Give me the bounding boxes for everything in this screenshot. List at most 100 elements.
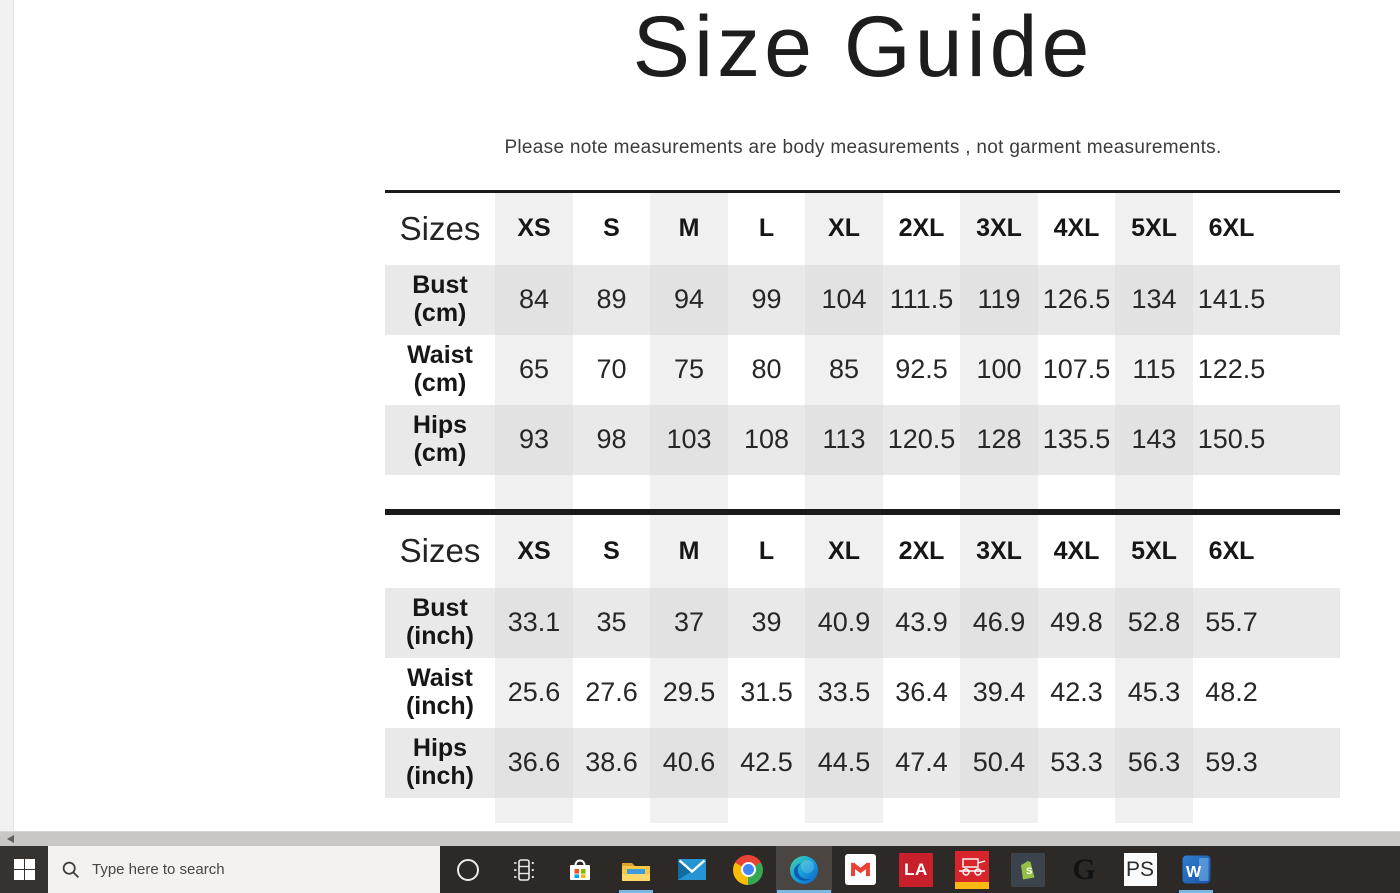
taskbar-item-g-app[interactable]: G: [1056, 846, 1112, 893]
spacer-cell: [1038, 798, 1115, 823]
trailing-cell: [1270, 658, 1340, 728]
measurement-value: 38.6: [573, 728, 650, 798]
measurement-value: 89: [573, 265, 650, 335]
measurement-value: 50.4: [960, 728, 1038, 798]
size-col-header: XS: [495, 515, 573, 588]
taskbar-item-wells-fargo[interactable]: [944, 846, 1000, 893]
measurement-value: 122.5: [1193, 335, 1270, 405]
measurement-value: 128: [960, 405, 1038, 475]
taskbar-item-file-explorer[interactable]: [608, 846, 664, 893]
trailing-cell: [1270, 728, 1340, 798]
taskbar-item-mail[interactable]: [664, 846, 720, 893]
spacer-cell: [495, 798, 573, 823]
trailing-cell: [1270, 405, 1340, 475]
size-col-header: S: [573, 515, 650, 588]
taskbar-item-chrome[interactable]: [720, 846, 776, 893]
measurement-row-label: Bust(inch): [385, 588, 495, 658]
measurement-value: 27.6: [573, 658, 650, 728]
measurement-value: 113: [805, 405, 883, 475]
measurement-value: 65: [495, 335, 573, 405]
stagecoach-icon: [955, 851, 989, 889]
taskbar-item-shopify[interactable]: S: [1000, 846, 1056, 893]
measurement-value: 75: [650, 335, 728, 405]
spacer-cell: [960, 798, 1038, 823]
size-col-header: XL: [805, 192, 883, 265]
taskbar-item-microsoft-store[interactable]: [552, 846, 608, 893]
svg-text:W: W: [1186, 864, 1202, 881]
measurement-row-label: Hips(cm): [385, 405, 495, 475]
measurement-value: 35: [573, 588, 650, 658]
g-logo-icon: G: [1072, 853, 1095, 887]
spacer-cell: [1115, 798, 1193, 823]
search-placeholder: Type here to search: [92, 861, 225, 878]
size-col-header: 3XL: [960, 192, 1038, 265]
size-col-header: 5XL: [1115, 192, 1193, 265]
windows-logo-icon: [14, 859, 35, 880]
size-col-header: 6XL: [1193, 515, 1270, 588]
taskbar-item-la-app[interactable]: LA: [888, 846, 944, 893]
search-icon: [61, 860, 81, 880]
word-icon: W: [1181, 854, 1212, 885]
measurement-value: 134: [1115, 265, 1193, 335]
taskbar-item-edge[interactable]: [776, 846, 832, 893]
chrome-icon: [733, 855, 763, 885]
spacer-cell: [1115, 475, 1193, 509]
spacer-cell: [1193, 798, 1270, 823]
measurement-value: 36.4: [883, 658, 960, 728]
taskbar-item-gmail[interactable]: [832, 846, 888, 893]
page-subtitle: Please note measurements are body measur…: [14, 137, 1400, 159]
measurement-value: 143: [1115, 405, 1193, 475]
gmail-icon: [845, 854, 876, 885]
measurement-value: 93: [495, 405, 573, 475]
start-button[interactable]: [0, 846, 48, 893]
spacer-cell: [883, 475, 960, 509]
measurement-value: 55.7: [1193, 588, 1270, 658]
trailing-cell: [1270, 588, 1340, 658]
svg-text:S: S: [1026, 866, 1032, 876]
spacer-cell: [1193, 475, 1270, 509]
horizontal-scrollbar[interactable]: [0, 831, 1400, 846]
measurement-row-label: Bust(cm): [385, 265, 495, 335]
taskbar-item-task-view[interactable]: [496, 846, 552, 893]
measurement-value: 98: [573, 405, 650, 475]
measurement-value: 85: [805, 335, 883, 405]
size-col-header: XL: [805, 515, 883, 588]
measurement-value: 39: [728, 588, 805, 658]
measurement-value: 94: [650, 265, 728, 335]
measurement-value: 25.6: [495, 658, 573, 728]
measurement-value: 49.8: [1038, 588, 1115, 658]
measurement-value: 120.5: [883, 405, 960, 475]
scroll-left-arrow-icon[interactable]: [7, 835, 14, 843]
taskbar-search-input[interactable]: Type here to search: [48, 846, 440, 893]
measurement-value: 40.9: [805, 588, 883, 658]
taskbar-item-cortana[interactable]: [440, 846, 496, 893]
measurement-value: 150.5: [1193, 405, 1270, 475]
photoshop-icon: PS: [1124, 853, 1157, 886]
trailing-cell: [1270, 265, 1340, 335]
spacer-cell: [495, 475, 573, 509]
measurement-row-label: Hips(inch): [385, 728, 495, 798]
spacer-cell: [728, 475, 805, 509]
spacer-cell: [385, 798, 495, 823]
size-col-header: L: [728, 515, 805, 588]
measurement-value: 42.3: [1038, 658, 1115, 728]
microsoft-store-icon: [566, 856, 594, 884]
size-col-header: M: [650, 192, 728, 265]
spacer-cell: [805, 475, 883, 509]
size-guide-tables: SizesXSSMLXL2XL3XL4XL5XL6XLBust(cm)84899…: [385, 190, 1341, 823]
measurement-value: 99: [728, 265, 805, 335]
shopify-icon: S: [1011, 853, 1045, 887]
measurement-value: 43.9: [883, 588, 960, 658]
sizes-header-label: Sizes: [385, 192, 495, 265]
trailing-cell: [1270, 335, 1340, 405]
spacer-cell: [650, 475, 728, 509]
taskbar-item-word[interactable]: W: [1168, 846, 1224, 893]
measurement-value: 37: [650, 588, 728, 658]
taskbar-item-photoshop[interactable]: PS: [1112, 846, 1168, 893]
spacer-cell: [573, 475, 650, 509]
size-col-header: M: [650, 515, 728, 588]
size-col-header: 3XL: [960, 515, 1038, 588]
measurement-value: 59.3: [1193, 728, 1270, 798]
measurement-value: 42.5: [728, 728, 805, 798]
browser-page: Size Guide Please note measurements are …: [0, 0, 1400, 831]
